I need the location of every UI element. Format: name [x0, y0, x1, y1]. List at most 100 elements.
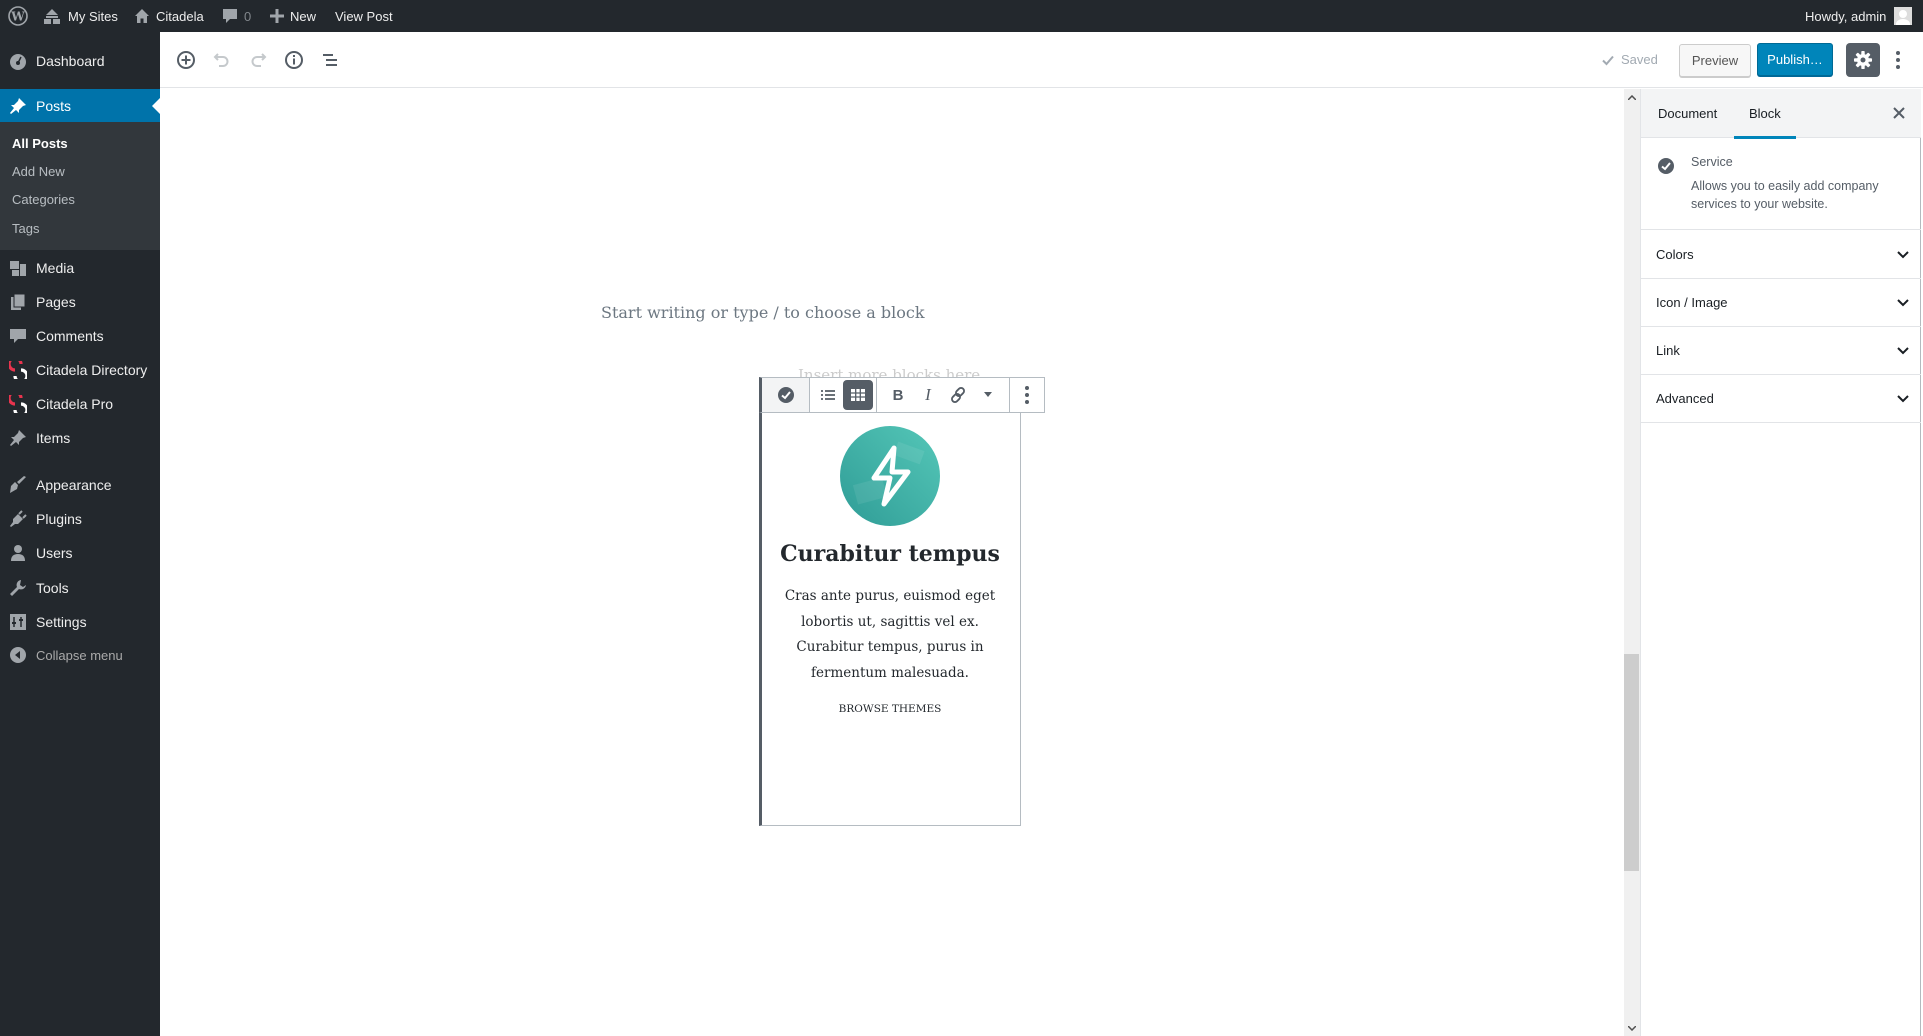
tab-document[interactable]: Document: [1658, 89, 1717, 138]
new-content-link[interactable]: New: [270, 0, 316, 32]
panel-link[interactable]: Link: [1641, 327, 1921, 375]
block-navigation-button[interactable]: [316, 46, 344, 74]
avatar: [1894, 7, 1913, 25]
view-post-label: View Post: [335, 8, 393, 24]
submenu-categories[interactable]: Categories: [12, 192, 75, 207]
close-sidebar-button[interactable]: [1887, 101, 1911, 125]
check-circle-icon: [1657, 157, 1675, 180]
greeting-label: Howdy, admin: [1805, 8, 1887, 24]
menu-item-plugins[interactable]: Plugins: [0, 502, 160, 536]
plus-circle-icon: [177, 51, 195, 69]
user-icon: [0, 544, 36, 562]
more-tools-button[interactable]: [1888, 44, 1908, 76]
list-layout-button[interactable]: [813, 380, 843, 410]
plugin-icon: [0, 510, 36, 528]
pages-icon: [0, 293, 36, 311]
panel-advanced[interactable]: Advanced: [1641, 375, 1921, 423]
info-icon: [285, 51, 303, 69]
chevron-down-icon: [1628, 1025, 1636, 1031]
menu-item-tools[interactable]: Tools: [0, 571, 160, 605]
menu-item-citadela-pro[interactable]: Citadela Pro: [0, 387, 160, 421]
redo-button[interactable]: [244, 46, 272, 74]
bold-button[interactable]: B: [883, 380, 913, 410]
block-switcher[interactable]: [762, 378, 810, 412]
home-icon: [134, 8, 150, 24]
panel-title: Advanced: [1656, 391, 1714, 406]
menu-item-comments[interactable]: Comments: [0, 319, 160, 353]
menu-item-citadela-directory[interactable]: Citadela Directory: [0, 353, 160, 387]
posts-submenu: All Posts Add New Categories Tags: [0, 122, 160, 250]
collapse-icon: [0, 646, 36, 664]
block-card: Service Allows you to easily add company…: [1641, 138, 1921, 230]
settings-sliders-icon: [0, 613, 36, 631]
my-sites-label: My Sites: [68, 8, 118, 24]
menu-item-pages[interactable]: Pages: [0, 285, 160, 319]
comments-count: 0: [244, 8, 252, 24]
wrench-icon: [0, 579, 36, 597]
brush-icon: [0, 476, 36, 494]
preview-button[interactable]: Preview: [1679, 44, 1751, 77]
citadela-icon: [0, 395, 36, 413]
new-label: New: [290, 8, 317, 24]
svg-text:W: W: [10, 10, 25, 24]
chevron-up-icon: [1628, 94, 1636, 100]
comments-link[interactable]: 0: [222, 0, 251, 32]
menu-item-items[interactable]: Items: [0, 421, 160, 455]
menu-item-users[interactable]: Users: [0, 536, 160, 570]
scroll-down-button[interactable]: [1624, 1020, 1640, 1036]
panel-title: Icon / Image: [1656, 295, 1728, 310]
wordpress-logo-button[interactable]: W: [8, 0, 28, 32]
chevron-down-icon: [1897, 250, 1909, 258]
menu-item-dashboard[interactable]: Dashboard: [0, 44, 160, 78]
link-button[interactable]: [943, 380, 973, 410]
scroll-up-button[interactable]: [1624, 89, 1640, 105]
sidebar-tabs: Document Block: [1641, 89, 1921, 139]
scroll-thumb[interactable]: [1624, 654, 1639, 871]
service-icon-image[interactable]: [840, 426, 940, 526]
editor-scrollbar[interactable]: [1624, 89, 1640, 1036]
view-post-link[interactable]: View Post: [335, 0, 393, 32]
editor-header: Saved Preview Publish…: [160, 32, 1923, 88]
content-structure-button[interactable]: [280, 46, 308, 74]
service-link[interactable]: BROWSE THEMES: [760, 703, 1020, 715]
menu-item-appearance[interactable]: Appearance: [0, 468, 160, 502]
settings-toggle-button[interactable]: [1846, 43, 1880, 77]
chevron-down-icon: [1897, 346, 1909, 354]
more-formats-button[interactable]: [973, 380, 1003, 410]
block-card-title: Service: [1691, 155, 1733, 169]
my-sites-link[interactable]: My Sites: [42, 0, 118, 32]
service-title[interactable]: Curabitur tempus: [760, 541, 1020, 567]
italic-icon: I: [925, 385, 931, 404]
block-toolbar: B I: [759, 377, 1045, 413]
my-account-link[interactable]: Howdy, admin: [1805, 0, 1913, 32]
service-text[interactable]: Cras ante purus, euismod eget lobortis u…: [780, 584, 1000, 686]
panel-icon-image[interactable]: Icon / Image: [1641, 279, 1921, 327]
site-name-label: Citadela: [156, 8, 204, 24]
grid-layout-button[interactable]: [843, 380, 873, 410]
panel-title: Link: [1656, 343, 1680, 358]
add-block-button[interactable]: [172, 46, 200, 74]
panel-title: Colors: [1656, 247, 1694, 262]
undo-button[interactable]: [208, 46, 236, 74]
italic-button[interactable]: I: [913, 380, 943, 410]
menu-item-settings[interactable]: Settings: [0, 605, 160, 639]
chevron-down-icon: [1897, 394, 1909, 402]
gear-icon: [1854, 51, 1872, 69]
block-more-options-button[interactable]: [1012, 380, 1042, 410]
redo-icon: [251, 53, 267, 67]
collapse-menu-button[interactable]: Collapse menu: [0, 638, 160, 672]
caret-down-icon: [984, 392, 992, 397]
menu-item-posts[interactable]: Posts: [0, 89, 160, 122]
panel-colors[interactable]: Colors: [1641, 231, 1921, 279]
menu-item-media[interactable]: Media: [0, 251, 160, 285]
submenu-add-new[interactable]: Add New: [12, 164, 65, 179]
submenu-all-posts[interactable]: All Posts: [12, 136, 68, 151]
close-icon: [1893, 107, 1905, 119]
options-group: [1010, 378, 1044, 412]
publish-button[interactable]: Publish…: [1757, 43, 1833, 76]
default-block-appender[interactable]: Start writing or type / to choose a bloc…: [601, 303, 925, 322]
site-name-link[interactable]: Citadela: [134, 0, 204, 32]
submenu-tags[interactable]: Tags: [12, 221, 39, 236]
tab-block[interactable]: Block: [1734, 89, 1796, 139]
check-circle-icon: [777, 387, 794, 403]
